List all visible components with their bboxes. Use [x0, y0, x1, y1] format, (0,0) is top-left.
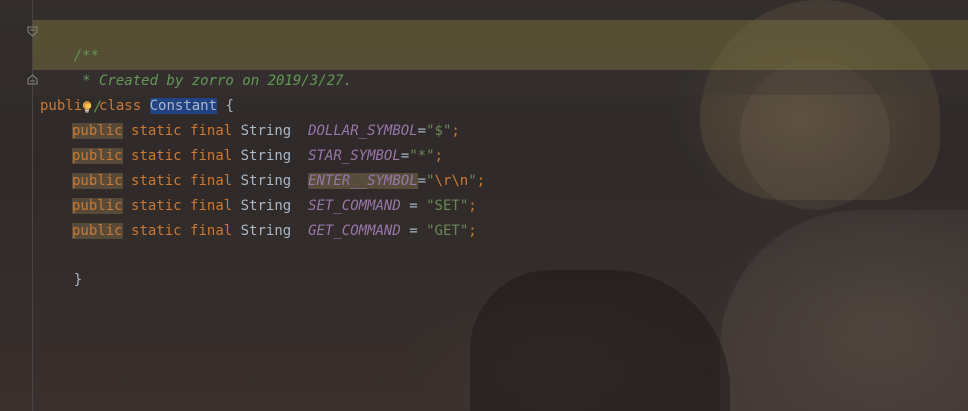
string-quote: "	[459, 198, 469, 214]
string-value: GET	[434, 223, 460, 239]
assign-operator: =	[400, 148, 410, 164]
semicolon: ;	[476, 173, 486, 189]
type-name: String	[240, 123, 292, 139]
code-line-field[interactable]: public static final String ENTER__SYMBOL…	[72, 169, 485, 194]
string-quote: "	[426, 198, 435, 214]
string-value: $	[434, 123, 443, 139]
keyword-public: public	[72, 198, 123, 214]
keyword-public: public	[72, 223, 123, 239]
code-line-closing-brace[interactable]: }	[40, 243, 82, 288]
code-line-comment-close[interactable]: /	[46, 70, 102, 115]
string-escape-value: \r\n	[434, 173, 469, 189]
fold-end-icon[interactable]	[27, 74, 38, 85]
keyword-final: final	[190, 123, 233, 139]
code-line-comment-open[interactable]: /**	[40, 19, 99, 64]
assign-operator: =	[400, 198, 427, 214]
editor-gutter[interactable]	[0, 0, 32, 411]
code-line-field[interactable]: public static final String GET_COMMAND =…	[72, 219, 477, 244]
string-quote: "	[426, 148, 435, 164]
closing-brace: }	[73, 272, 83, 288]
type-name: String	[240, 198, 292, 214]
keyword-final: final	[190, 223, 233, 239]
keyword-static: static	[131, 223, 182, 239]
fold-start-icon[interactable]	[27, 26, 38, 37]
assign-operator: =	[417, 123, 427, 139]
string-quote: "	[459, 223, 469, 239]
field-name[interactable]: GET_COMMAND	[308, 223, 401, 239]
string-quote: "	[468, 173, 477, 189]
field-name[interactable]: DOLLAR_SYMBOL	[308, 123, 418, 139]
code-line-field[interactable]: public static final String DOLLAR_SYMBOL…	[72, 119, 460, 144]
string-quote: "	[426, 123, 435, 139]
string-value: *	[417, 148, 427, 164]
type-name: String	[240, 148, 292, 164]
string-quote: "	[409, 148, 418, 164]
open-brace: {	[225, 98, 234, 114]
code-line-field[interactable]: public static final String SET_COMMAND =…	[72, 194, 477, 219]
field-name[interactable]: STAR_SYMBOL	[308, 148, 401, 164]
keyword-final: final	[190, 173, 233, 189]
semicolon: ;	[468, 198, 477, 214]
assign-operator: =	[417, 173, 427, 189]
string-value: SET	[434, 198, 460, 214]
wallpaper-shoulder-shape	[720, 210, 968, 411]
keyword-public: public	[72, 123, 123, 139]
keyword-public: public	[72, 173, 123, 189]
code-line-class-decl[interactable]: public class Constant {	[40, 94, 234, 119]
keyword-static: static	[131, 198, 182, 214]
semicolon: ;	[451, 123, 460, 139]
assign-operator: =	[400, 223, 427, 239]
string-quote: "	[426, 173, 435, 189]
keyword-public: public	[72, 148, 123, 164]
class-name[interactable]: Constant	[149, 98, 218, 114]
code-editor[interactable]: /** * Created by zorro on 2019/3/27. / p…	[0, 0, 968, 411]
type-name: String	[240, 223, 292, 239]
comment-body-text: * Created by zorro on 2019/3/27.	[73, 73, 352, 89]
keyword-final: final	[190, 198, 233, 214]
keyword-static: static	[131, 123, 182, 139]
keyword-class: class	[99, 98, 142, 114]
keyword-static: static	[131, 148, 182, 164]
field-name[interactable]: SET_COMMAND	[308, 198, 401, 214]
semicolon: ;	[434, 148, 443, 164]
type-name: String	[240, 173, 292, 189]
keyword-public: public	[40, 98, 91, 114]
keyword-static: static	[131, 173, 182, 189]
semicolon: ;	[468, 223, 477, 239]
string-quote: "	[426, 223, 435, 239]
field-name[interactable]: ENTER__SYMBOL	[308, 173, 418, 189]
code-line-comment-body[interactable]: * Created by zorro on 2019/3/27.	[40, 44, 352, 89]
wallpaper-rock-shape	[470, 270, 730, 411]
code-line-field[interactable]: public static final String STAR_SYMBOL="…	[72, 144, 443, 169]
keyword-final: final	[190, 148, 233, 164]
